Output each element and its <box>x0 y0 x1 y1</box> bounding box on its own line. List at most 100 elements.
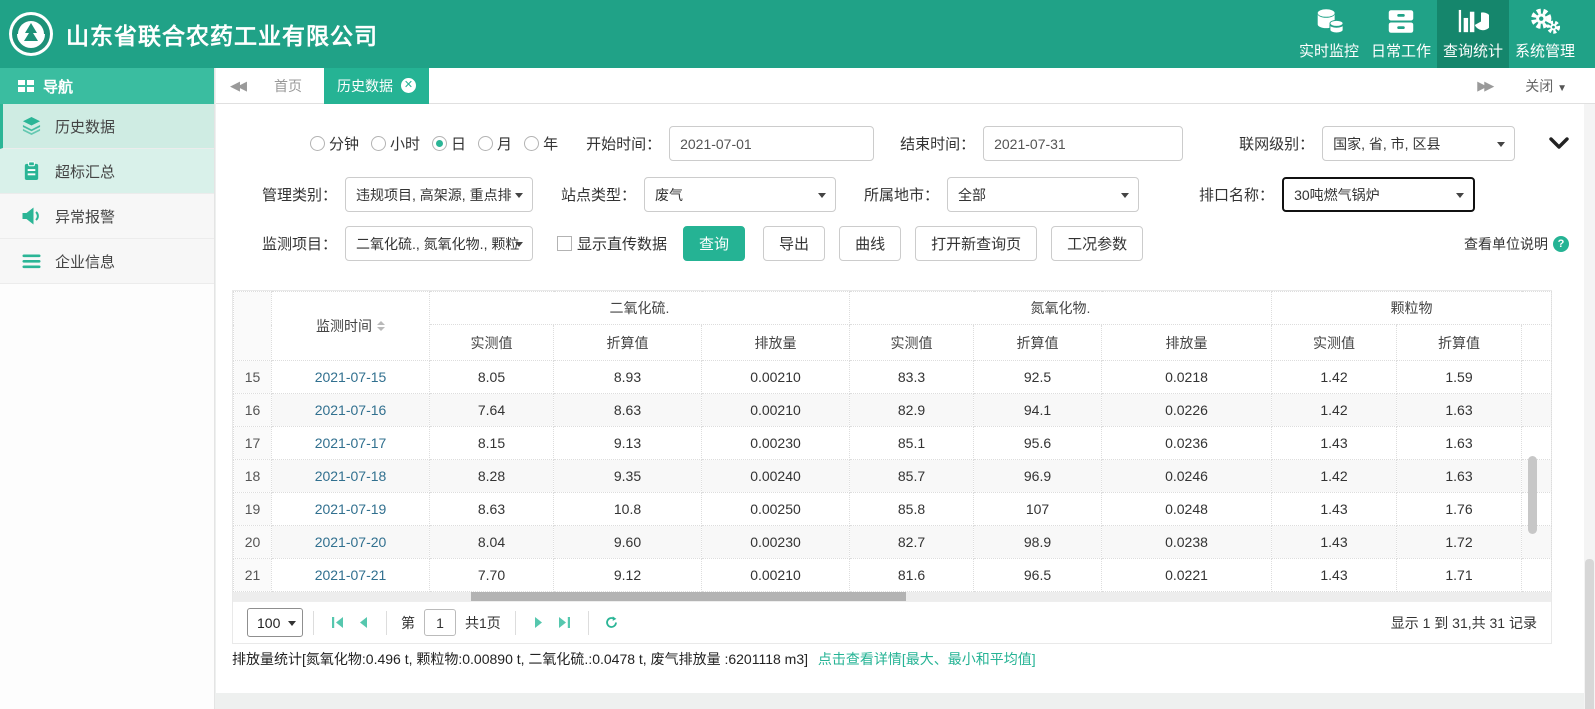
outlet-select[interactable]: 30吨燃气锅炉 <box>1282 177 1475 212</box>
cell: 1.43 <box>1272 427 1397 460</box>
mgmt-category-label: 管理类别： <box>262 184 337 205</box>
cell: 1.59 <box>1397 361 1522 394</box>
cell: 82.9 <box>850 394 974 427</box>
caret-down-icon <box>818 193 826 198</box>
radio-day[interactable]: 日 <box>432 133 466 154</box>
radio-minute[interactable]: 分钟 <box>310 133 359 154</box>
cell: 0.0248 <box>1102 493 1272 526</box>
city-select[interactable]: 全部 <box>947 177 1139 212</box>
group-header-nox: 氮氧化物. <box>850 292 1272 325</box>
table-row: 21 2021-07-21 7.70 9.12 0.00210 81.6 96.… <box>234 559 1552 592</box>
table-vertical-scrollbar[interactable] <box>1528 456 1537 534</box>
refresh-button[interactable] <box>599 610 625 636</box>
export-button[interactable]: 导出 <box>763 226 825 261</box>
station-type-label: 站点类型： <box>561 184 636 205</box>
sidebar-item-label: 企业信息 <box>55 251 115 272</box>
time-column-header[interactable]: 监测时间 <box>272 292 430 361</box>
end-time-input[interactable] <box>983 126 1183 161</box>
date-link[interactable]: 2021-07-21 <box>315 567 387 583</box>
page-scrollbar[interactable] <box>1585 559 1594 709</box>
grid-icon <box>18 79 34 93</box>
tab-close-icon[interactable]: ✕ <box>401 78 416 93</box>
cell-clipped <box>1522 394 1552 427</box>
last-page-button[interactable] <box>552 610 578 636</box>
sidebar-item-history-data[interactable]: 历史数据 <box>0 104 214 149</box>
close-tabs-menu[interactable]: 关闭 ▼ <box>1525 76 1567 96</box>
nav-label: 实时监控 <box>1299 40 1359 61</box>
cell: 1.72 <box>1397 526 1522 559</box>
table-row: 18 2021-07-18 8.28 9.35 0.00240 85.7 96.… <box>234 460 1552 493</box>
nav-item-query-stats[interactable]: 查询统计 <box>1437 0 1509 68</box>
start-time-input[interactable] <box>669 126 874 161</box>
date-link[interactable]: 2021-07-18 <box>315 468 387 484</box>
cell: 9.13 <box>554 427 702 460</box>
page-size-select[interactable]: 100 <box>247 608 303 637</box>
network-level-select[interactable]: 国家, 省, 市, 区县 <box>1322 126 1515 161</box>
nav-item-system-mgmt[interactable]: 系统管理 <box>1509 0 1581 68</box>
cell: 1.43 <box>1272 493 1397 526</box>
table-row: 16 2021-07-16 7.64 8.63 0.00210 82.9 94.… <box>234 394 1552 427</box>
direct-data-checkbox[interactable] <box>557 236 572 251</box>
caret-down-icon <box>288 621 296 626</box>
cell: 94.1 <box>974 394 1102 427</box>
tab-bar-right: ▶▶ 关闭 ▼ <box>1463 76 1567 96</box>
sidebar-item-label: 超标汇总 <box>55 161 115 182</box>
cell: 0.00230 <box>702 427 850 460</box>
clipboard-icon <box>21 161 42 181</box>
condition-params-button[interactable]: 工况参数 <box>1051 226 1143 261</box>
curve-button[interactable]: 曲线 <box>839 226 901 261</box>
nav-item-daily-work[interactable]: 日常工作 <box>1365 0 1437 68</box>
layers-icon <box>21 116 42 136</box>
view-detail-link[interactable]: 点击查看详情[最大、最小和平均值] <box>818 651 1036 667</box>
radio-label: 月 <box>497 133 512 154</box>
cell: 8.28 <box>430 460 554 493</box>
nav-item-realtime[interactable]: 实时监控 <box>1293 0 1365 68</box>
cell: 0.00210 <box>702 394 850 427</box>
cell: 0.00210 <box>702 361 850 394</box>
first-page-button[interactable] <box>324 610 350 636</box>
date-link[interactable]: 2021-07-17 <box>315 435 387 451</box>
sidebar-item-abnormal-alarm[interactable]: 异常报警 <box>0 194 214 239</box>
radio-year[interactable]: 年 <box>524 133 558 154</box>
tab-history-data[interactable]: 历史数据 ✕ <box>324 68 429 104</box>
sidebar-item-exceedance-summary[interactable]: 超标汇总 <box>0 149 214 194</box>
unit-help-link[interactable]: 查看单位说明 ? <box>1464 234 1569 254</box>
radio-hour[interactable]: 小时 <box>371 133 420 154</box>
date-link[interactable]: 2021-07-19 <box>315 501 387 517</box>
divider <box>588 611 589 635</box>
prev-page-button[interactable] <box>350 610 376 636</box>
station-type-select[interactable]: 废气 <box>644 177 836 212</box>
radio-month[interactable]: 月 <box>478 133 512 154</box>
cell: 8.93 <box>554 361 702 394</box>
tab-home[interactable]: 首页 <box>274 76 302 96</box>
table-horizontal-scrollbar[interactable] <box>471 592 906 601</box>
collapse-filters-chevron-icon[interactable] <box>1549 137 1569 151</box>
cell: 85.1 <box>850 427 974 460</box>
page-number-input[interactable] <box>424 609 456 636</box>
cell: 81.6 <box>850 559 974 592</box>
nav-label: 日常工作 <box>1371 40 1431 61</box>
next-page-button[interactable] <box>526 610 552 636</box>
date-link[interactable]: 2021-07-15 <box>315 369 387 385</box>
page-prefix-label: 第 <box>401 613 415 633</box>
cell: 95.6 <box>974 427 1102 460</box>
date-link[interactable]: 2021-07-16 <box>315 402 387 418</box>
city-value: 全部 <box>958 185 986 205</box>
city-label: 所属地市： <box>864 184 939 205</box>
table-horizontal-scrollbar-track <box>233 592 1551 601</box>
divider <box>313 611 314 635</box>
tabs-scroll-right-icon[interactable]: ▶▶ <box>1477 78 1491 94</box>
data-grid: 监测时间 二氧化硫. 氮氧化物. 颗粒物 实测值 折算值 排放量 实测值 <box>232 290 1552 644</box>
cell: 0.0226 <box>1102 394 1272 427</box>
open-new-query-button[interactable]: 打开新查询页 <box>915 226 1037 261</box>
cell-clipped <box>1522 427 1552 460</box>
date-link[interactable]: 2021-07-20 <box>315 534 387 550</box>
mgmt-category-select[interactable]: 违规项目, 高架源, 重点排 <box>345 177 533 212</box>
cell: 0.0236 <box>1102 427 1272 460</box>
monitor-items-select[interactable]: 二氧化硫., 氮氧化物., 颗粒 <box>345 226 533 261</box>
sidebar-item-company-info[interactable]: 企业信息 <box>0 239 214 284</box>
query-button[interactable]: 查询 <box>683 226 745 261</box>
table-row: 19 2021-07-19 8.63 10.8 0.00250 85.8 107… <box>234 493 1552 526</box>
tabs-scroll-left-icon[interactable]: ◀◀ <box>230 78 244 94</box>
sub-header: 折算值 <box>1397 325 1522 361</box>
